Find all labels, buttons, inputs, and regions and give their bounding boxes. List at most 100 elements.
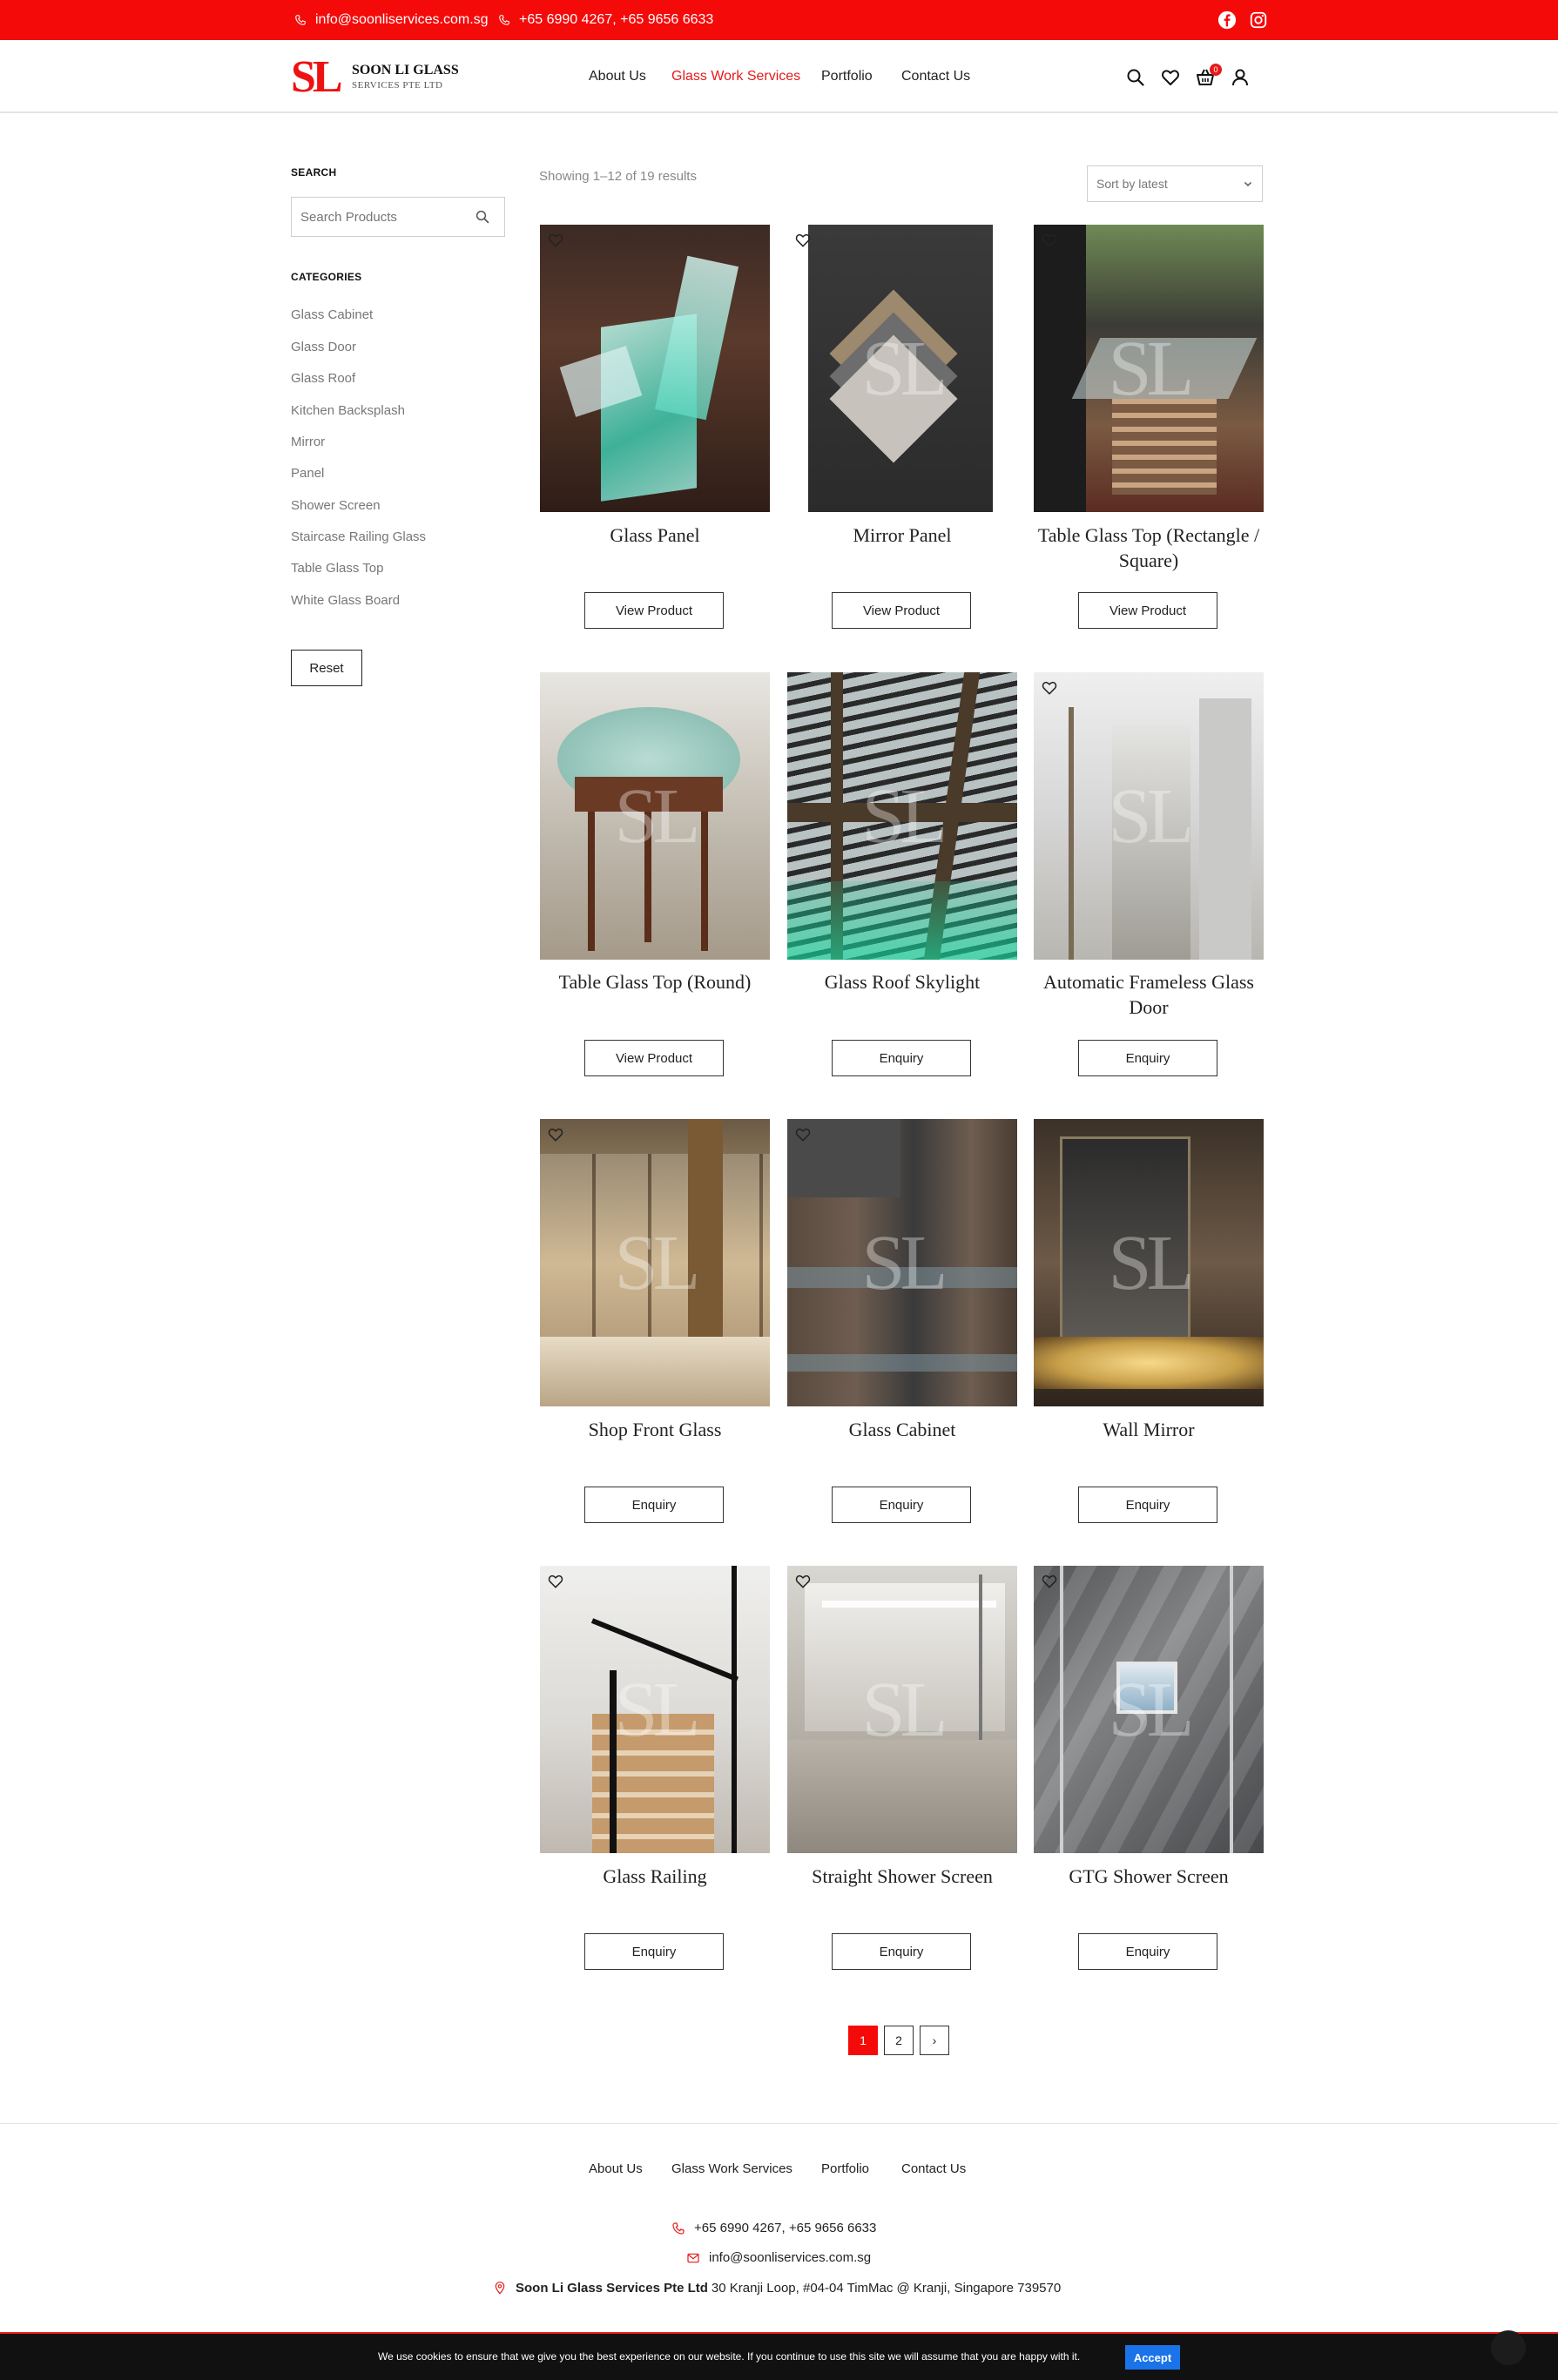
footer-nav-contact-us[interactable]: Contact Us [901,2161,966,2176]
product-image[interactable]: SL [1034,225,1264,512]
heart-icon[interactable] [1041,679,1058,697]
footer-email[interactable]: info@soonliservices.com.sg [686,2250,871,2265]
mail-icon [687,2253,699,2262]
location-pin-icon [495,2282,505,2295]
product-image[interactable]: SL [787,225,1017,512]
category-link[interactable]: White Glass Board [291,593,400,608]
search-icon[interactable] [1125,67,1146,88]
sort-select[interactable]: Sort by latest [1087,165,1263,202]
heart-icon[interactable] [794,1573,812,1590]
heart-icon[interactable] [547,1126,564,1143]
footer-nav-about-us[interactable]: About Us [589,2161,643,2176]
sort-select-value: Sort by latest [1096,177,1168,191]
product-title[interactable]: Glass Railing [540,1864,770,1889]
view-product-button[interactable]: View Product [832,592,971,629]
heart-icon[interactable] [547,232,564,249]
product-title[interactable]: Glass Panel [540,523,770,548]
product-title[interactable]: Mirror Panel [787,523,1017,548]
product-title[interactable]: Glass Roof Skylight [787,969,1017,994]
category-link[interactable]: Staircase Railing Glass [291,529,426,544]
category-link[interactable]: Mirror [291,435,325,449]
product-image[interactable]: SL [540,672,770,960]
category-link[interactable]: Glass Door [291,340,356,354]
view-product-button[interactable]: View Product [1078,592,1217,629]
footer-phone[interactable]: +65 6990 4267, +65 9656 6633 [671,2221,876,2235]
category-link[interactable]: Kitchen Backsplash [291,403,405,418]
product-image[interactable]: SL [787,672,1017,960]
heart-icon[interactable] [794,1126,812,1143]
logo-name: SOON LI GLASS [352,63,459,78]
product-image[interactable]: SL [1034,1566,1264,1853]
product-title[interactable]: GTG Shower Screen [1034,1864,1264,1889]
product-title[interactable]: Shop Front Glass [540,1417,770,1442]
enquiry-button[interactable]: Enquiry [584,1933,724,1970]
top-contact-bar: info@soonliservices.com.sg +65 6990 4267… [0,0,1558,40]
nav-glass-work-services[interactable]: Glass Work Services [671,40,800,113]
site-header: SL SOON LI GLASS SERVICES PTE LTD About … [0,40,1558,113]
topbar-phone[interactable]: +65 6990 4267, +65 9656 6633 [498,0,713,40]
product-image[interactable] [540,225,770,512]
heart-icon[interactable] [1041,1573,1058,1590]
footer-phone-text: +65 6990 4267, +65 9656 6633 [694,2221,877,2235]
product-image[interactable]: SL [1034,672,1264,960]
product-image[interactable]: SL [787,1119,1017,1406]
enquiry-button[interactable]: Enquiry [1078,1933,1217,1970]
cookie-message: We use cookies to ensure that we give yo… [378,2350,1081,2363]
user-icon[interactable] [1230,67,1251,88]
results-count: Showing 1–12 of 19 results [539,169,697,184]
product-title[interactable]: Straight Shower Screen [787,1864,1017,1889]
footer-company-name: Soon Li Glass Services Pte Ltd [516,2280,708,2296]
nav-contact-us[interactable]: Contact Us [901,40,970,113]
next-page-button[interactable]: › [920,2026,949,2055]
instagram-icon[interactable] [1249,10,1268,30]
view-product-button[interactable]: View Product [584,1040,724,1076]
enquiry-button[interactable]: Enquiry [832,1040,971,1076]
nav-portfolio[interactable]: Portfolio [821,40,873,113]
footer-nav-glass-work-services[interactable]: Glass Work Services [671,2161,792,2176]
footer-divider [0,2123,1558,2124]
chevron-down-icon [1244,181,1252,187]
brand-logo[interactable]: SL SOON LI GLASS SERVICES PTE LTD [291,55,474,100]
heart-icon[interactable] [1160,67,1181,88]
product-title[interactable]: Table Glass Top (Round) [540,969,770,994]
view-product-button[interactable]: View Product [584,592,724,629]
page-2-button[interactable]: 2 [884,2026,914,2055]
heart-icon[interactable] [547,1573,564,1590]
search-input[interactable] [292,198,466,236]
footer-address: Soon Li Glass Services Pte Ltd 30 Kranji… [493,2280,1061,2296]
accept-cookies-button[interactable]: Accept [1125,2345,1180,2370]
scroll-to-top-button[interactable] [1491,2330,1526,2365]
product-image[interactable]: SL [540,1119,770,1406]
enquiry-button[interactable]: Enquiry [584,1487,724,1523]
page-1-button[interactable]: 1 [848,2026,878,2055]
search-icon[interactable] [475,209,490,225]
product-title[interactable]: Table Glass Top (Rectangle / Square) [1034,523,1264,573]
enquiry-button[interactable]: Enquiry [1078,1040,1217,1076]
product-title[interactable]: Wall Mirror [1034,1417,1264,1442]
category-link[interactable]: Table Glass Top [291,561,383,576]
category-link[interactable]: Panel [291,466,324,481]
category-link[interactable]: Glass Roof [291,371,355,386]
product-image[interactable]: SL [787,1566,1017,1853]
cart-count-badge: 0 [1210,64,1222,76]
cookie-banner: We use cookies to ensure that we give yo… [0,2332,1558,2380]
category-link[interactable]: Glass Cabinet [291,307,373,322]
phone-icon [672,2222,685,2235]
category-link[interactable]: Shower Screen [291,498,381,513]
enquiry-button[interactable]: Enquiry [832,1487,971,1523]
product-title[interactable]: Glass Cabinet [787,1417,1017,1442]
product-image[interactable]: SL [540,1566,770,1853]
heart-icon[interactable] [794,232,812,249]
footer-address-text: 30 Kranji Loop, #04-04 TimMac @ Kranji, … [711,2280,1062,2296]
facebook-icon[interactable] [1217,10,1237,30]
product-image[interactable]: SL [1034,1119,1264,1406]
phone-icon [499,15,509,25]
topbar-email[interactable]: info@soonliservices.com.sg [294,0,489,40]
enquiry-button[interactable]: Enquiry [832,1933,971,1970]
nav-about-us[interactable]: About Us [589,40,646,113]
product-title[interactable]: Automatic Frameless Glass Door [1034,969,1264,1020]
enquiry-button[interactable]: Enquiry [1078,1487,1217,1523]
heart-icon[interactable] [1041,232,1058,249]
reset-button[interactable]: Reset [291,650,362,686]
footer-nav-portfolio[interactable]: Portfolio [821,2161,869,2176]
